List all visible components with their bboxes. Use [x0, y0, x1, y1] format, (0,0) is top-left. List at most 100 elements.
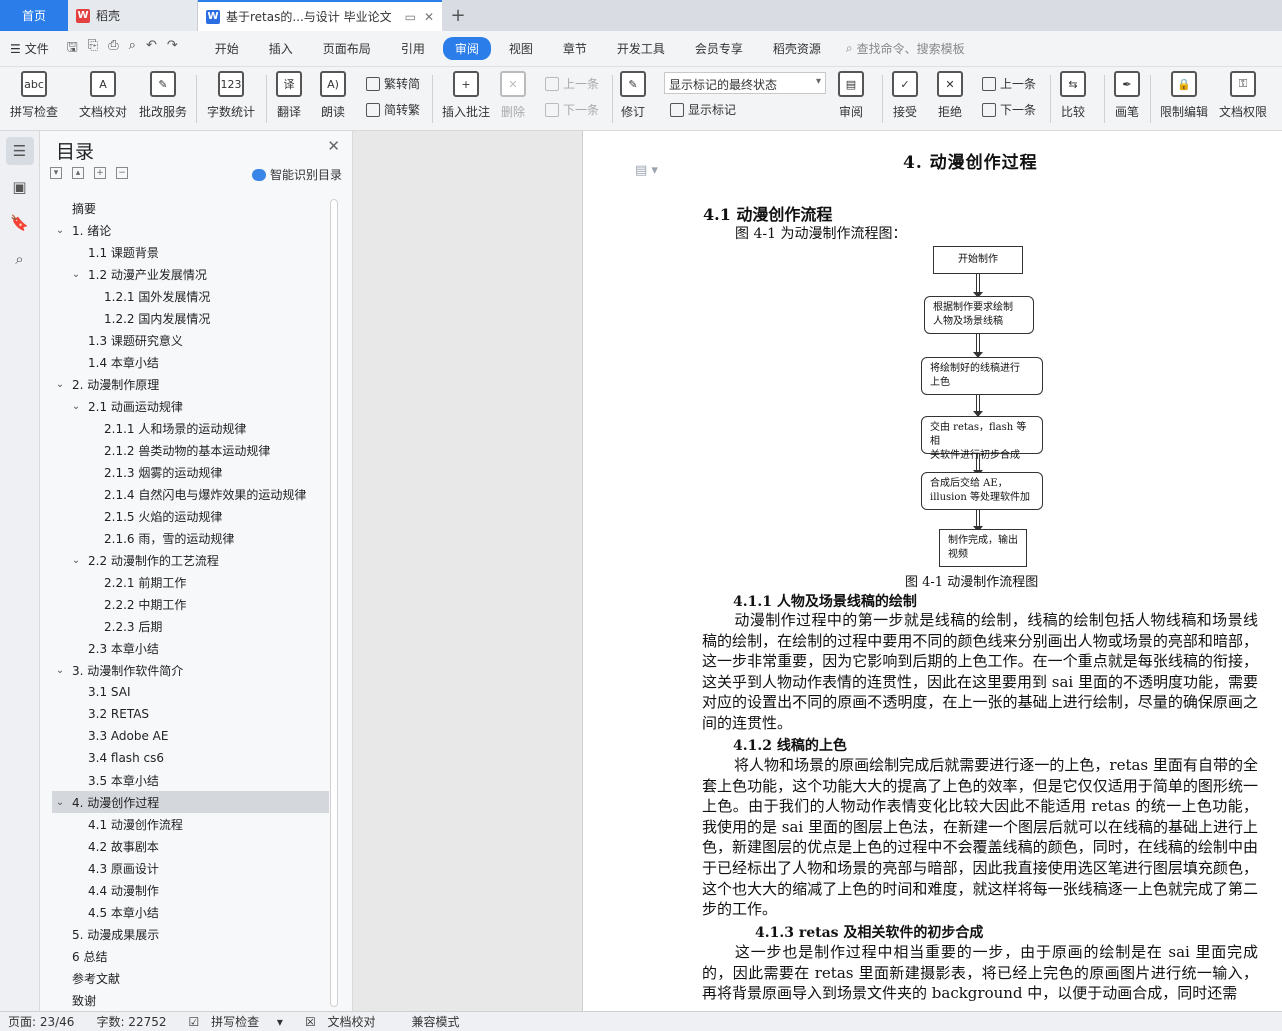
toc-item[interactable]: 2.1.5 火焰的运动规律: [52, 505, 329, 527]
chevron-down-icon[interactable]: ⌄: [52, 225, 68, 236]
proofread-button[interactable]: A 文档校对: [79, 71, 127, 120]
smart-toc-button[interactable]: 智能识别目录: [251, 166, 342, 183]
toc-item[interactable]: 2.1.2 兽类动物的基本运动规律: [52, 439, 329, 461]
menu-item[interactable]: 插入: [257, 37, 305, 60]
spell-check-button[interactable]: abc 拼写检查: [10, 71, 58, 120]
toc-item[interactable]: ⌄ 2. 动漫制作原理: [52, 373, 329, 395]
print-icon[interactable]: ⎙: [108, 38, 118, 60]
toc-item[interactable]: 参考文献: [52, 967, 329, 989]
menu-item[interactable]: 开发工具: [605, 37, 677, 60]
toc-item[interactable]: 2.1.1 人和场景的运动规律: [52, 417, 329, 439]
toc-item[interactable]: 4.2 故事剧本: [52, 835, 329, 857]
accept-button[interactable]: ✓ 接受: [892, 71, 918, 120]
toc-item[interactable]: 3.1 SAI: [52, 681, 329, 703]
menu-item[interactable]: 会员专享: [683, 37, 755, 60]
bookmark-icon[interactable]: 🔖: [6, 209, 34, 237]
restrict-editing-button[interactable]: 🔒 限制编辑: [1160, 71, 1208, 120]
chevron-down-icon[interactable]: ⌄: [68, 555, 84, 566]
doc-rights-button[interactable]: ⚿ 文档权限: [1219, 71, 1267, 120]
prev-change-button[interactable]: 上一条: [982, 75, 1036, 92]
correction-service-button[interactable]: ✎ 批改服务: [139, 71, 187, 120]
new-tab-button[interactable]: +: [442, 0, 474, 31]
menu-item[interactable]: 视图: [497, 37, 545, 60]
pen-button[interactable]: ✒ 画笔: [1114, 71, 1140, 120]
review-pane-button[interactable]: ▤ 审阅: [838, 71, 864, 120]
toc-item[interactable]: 1.1 课题背景: [52, 241, 329, 263]
toc-item[interactable]: 4.4 动漫制作: [52, 879, 329, 901]
toc-item[interactable]: ⌄ 1.2 动漫产业发展情况: [52, 263, 329, 285]
menu-item[interactable]: 开始: [203, 37, 251, 60]
remove-level-icon[interactable]: −: [116, 167, 128, 179]
toc-item[interactable]: ⌄ 1. 绪论: [52, 219, 329, 241]
toc-scrollbar[interactable]: [330, 199, 338, 1007]
chevron-down-icon[interactable]: ⌄: [68, 401, 84, 412]
collapse-all-icon[interactable]: ▾: [50, 167, 62, 179]
toc-item[interactable]: 2.2.1 前期工作: [52, 571, 329, 593]
undo-icon[interactable]: ↶: [146, 38, 157, 60]
document-page[interactable]: ▤ ▾ 4. 动漫创作过程 4.1 动漫创作流程 图 4-1 为动漫制作流程图：…: [582, 131, 1282, 1011]
translate-button[interactable]: 译翻译: [276, 71, 302, 120]
trad-to-simp-button[interactable]: 繁转简: [366, 75, 420, 92]
show-markup-button[interactable]: 显示标记: [670, 101, 736, 118]
menu-item[interactable]: 稻壳资源: [761, 37, 833, 60]
toc-item[interactable]: ⌄ 2.1 动画运动规律: [52, 395, 329, 417]
compare-button[interactable]: ⇆ 比较: [1060, 71, 1086, 120]
reject-button[interactable]: ✕ 拒绝: [937, 71, 963, 120]
toc-item[interactable]: 3.3 Adobe AE: [52, 725, 329, 747]
delete-comment-button[interactable]: ✕ 删除: [500, 71, 526, 120]
next-change-button[interactable]: 下一条: [982, 101, 1036, 118]
prev-comment-button[interactable]: 上一条: [545, 75, 599, 92]
toc-item[interactable]: ⌄ 3. 动漫制作软件简介: [52, 659, 329, 681]
tab-document[interactable]: W 基于retas的...与设计 毕业论文 ▭ ✕: [198, 0, 442, 31]
save-icon[interactable]: 🖫: [67, 38, 78, 60]
toc-item[interactable]: ⌄ 4. 动漫创作过程: [52, 791, 329, 813]
page-indicator[interactable]: 页面: 23/46: [8, 1013, 74, 1030]
export-icon[interactable]: ⎘: [88, 38, 98, 60]
toc-item[interactable]: 1.4 本章小结: [52, 351, 329, 373]
tab-daoke[interactable]: W 稻壳: [68, 0, 198, 31]
preview-icon[interactable]: ⌕: [129, 38, 136, 60]
toc-item[interactable]: 1.3 课题研究意义: [52, 329, 329, 351]
search-panel-icon[interactable]: ⌕: [6, 245, 34, 273]
next-comment-button[interactable]: 下一条: [545, 101, 599, 118]
chevron-down-icon[interactable]: ⌄: [52, 379, 68, 390]
toc-item[interactable]: 3.5 本章小结: [52, 769, 329, 791]
tab-pin-icon[interactable]: ▭: [405, 10, 416, 24]
toc-item[interactable]: 致谢: [52, 989, 329, 1009]
toc-item[interactable]: 2.1.3 烟雾的运动规律: [52, 461, 329, 483]
toc-panel-icon[interactable]: ☰: [5, 137, 34, 165]
toc-item[interactable]: 2.1.4 自然闪电与爆炸效果的运动规律: [52, 483, 329, 505]
toc-item[interactable]: 1.2.1 国外发展情况: [52, 285, 329, 307]
menu-item[interactable]: 引用: [389, 37, 437, 60]
toc-item[interactable]: 2.2.3 后期: [52, 615, 329, 637]
display-state-select[interactable]: 显示标记的最终状态: [664, 72, 826, 94]
chapter-icon[interactable]: ▣: [6, 173, 34, 201]
insert-comment-button[interactable]: + 插入批注: [442, 71, 490, 120]
menu-item[interactable]: 页面布局: [311, 37, 383, 60]
status-spell-check[interactable]: ☑ 拼写检查 ▾: [189, 1013, 283, 1030]
toc-item[interactable]: ⌄ 2.2 动漫制作的工艺流程: [52, 549, 329, 571]
toc-item[interactable]: 2.3 本章小结: [52, 637, 329, 659]
word-count-button[interactable]: 123 字数统计: [207, 71, 255, 120]
toc-item[interactable]: 4.5 本章小结: [52, 901, 329, 923]
close-icon[interactable]: ✕: [327, 137, 340, 155]
toc-item[interactable]: 摘要: [52, 197, 329, 219]
redo-icon[interactable]: ↷: [167, 38, 178, 60]
toc-item[interactable]: 1.2.2 国内发展情况: [52, 307, 329, 329]
toc-item[interactable]: 2.2.2 中期工作: [52, 593, 329, 615]
track-changes-button[interactable]: ✎ 修订: [620, 71, 646, 120]
simp-to-trad-button[interactable]: 简转繁: [366, 101, 420, 118]
menu-item[interactable]: 章节: [551, 37, 599, 60]
toc-item[interactable]: 5. 动漫成果展示: [52, 923, 329, 945]
tab-close-icon[interactable]: ✕: [424, 10, 434, 24]
word-count-indicator[interactable]: 字数: 22752: [96, 1013, 166, 1030]
toc-item[interactable]: 4.3 原画设计: [52, 857, 329, 879]
toc-item[interactable]: 2.1.6 雨，雪的运动规律: [52, 527, 329, 549]
read-aloud-button[interactable]: A) 朗读: [320, 71, 346, 120]
tab-home[interactable]: 首页: [0, 0, 68, 31]
file-menu[interactable]: ☰ 文件: [0, 40, 59, 57]
menu-item[interactable]: 审阅: [442, 37, 491, 60]
toc-item[interactable]: 6 总结: [52, 945, 329, 967]
toc-item[interactable]: 3.4 flash cs6: [52, 747, 329, 769]
page-doc-icon[interactable]: ▤ ▾: [635, 163, 658, 178]
